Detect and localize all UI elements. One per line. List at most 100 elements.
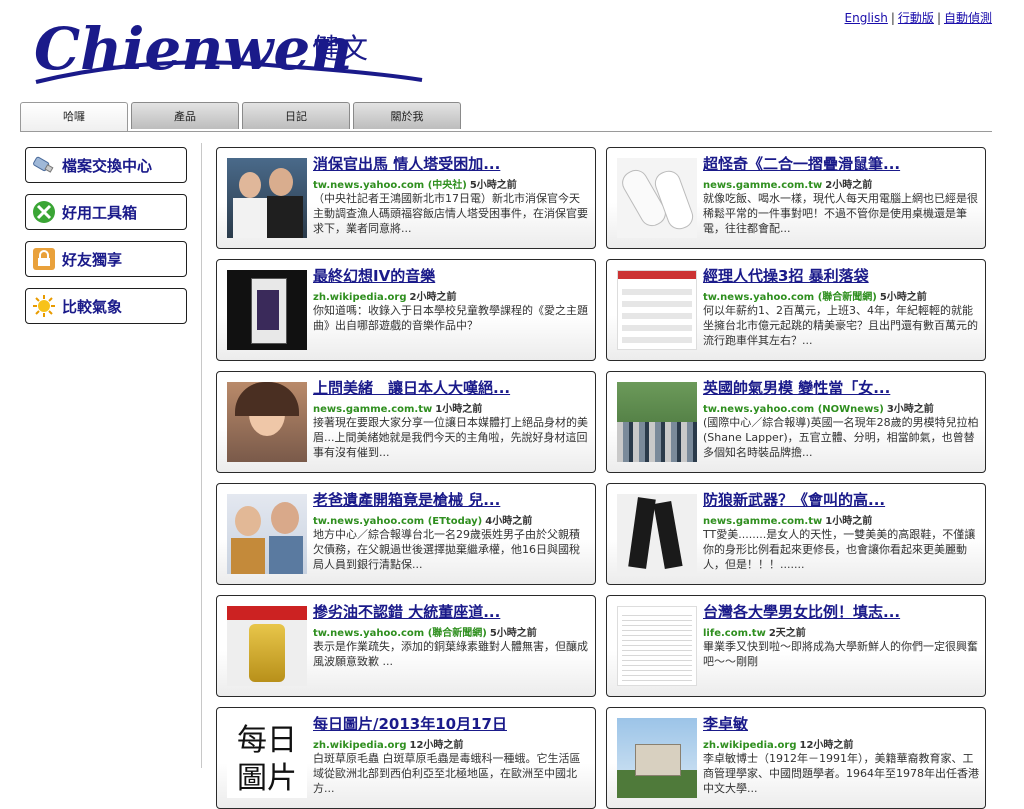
news-title-link[interactable]: 消保官出馬 情人塔受困加... <box>313 153 589 174</box>
news-thumbnail[interactable] <box>617 382 697 462</box>
news-thumbnail[interactable] <box>617 718 697 798</box>
news-card[interactable]: 消保官出馬 情人塔受困加... tw.news.yahoo.com (中央社) 5小… <box>216 147 596 249</box>
news-age: 1小時之前 <box>435 404 483 415</box>
sidebar-button-1[interactable]: 檔案交換中心 <box>25 147 187 183</box>
news-card[interactable]: 上問美緒 讓日本人大嘆絕... news.gamme.com.tw 1小時之前 接著現… <box>216 371 596 473</box>
news-age: 5小時之前 <box>469 180 517 191</box>
news-age: 2天之前 <box>768 628 806 639</box>
news-meta: zh.wikipedia.org 2小時之前 <box>313 288 456 303</box>
news-meta: news.gamme.com.tw 2小時之前 <box>703 176 872 191</box>
news-thumbnail[interactable] <box>227 606 307 686</box>
news-thumbnail[interactable] <box>227 382 307 462</box>
news-meta: zh.wikipedia.org 12小時之前 <box>703 736 853 751</box>
tools-icon <box>32 200 56 224</box>
news-snippet: 你知道嗎：收錄入于日本學校兒童教學課程的《愛之主題曲》出自哪部遊戲的音樂作品中？ <box>313 304 588 332</box>
news-age: 12小時之前 <box>799 740 854 751</box>
news-card[interactable]: 老爸遺產開箱竟是槍械 兒... tw.news.yahoo.com (ETtoda… <box>216 483 596 585</box>
language-links: English | 行動版 | 自動偵測 <box>845 9 992 26</box>
news-title-link[interactable]: 李卓敏 <box>703 713 979 734</box>
news-thumbnail[interactable] <box>617 606 697 686</box>
news-card[interactable]: 最終幻想IV的音樂 zh.wikipedia.org 2小時之前 你知道嗎：收錄入于日… <box>216 259 596 361</box>
news-meta: tw.news.yahoo.com (中央社) 5小時之前 <box>313 176 517 191</box>
news-source: tw.news.yahoo.com (ETtoday) <box>313 516 483 527</box>
news-card[interactable]: 台灣各大學男女比例！填志... life.com.tw 2天之前 畢業季又快到啦～即將… <box>606 595 986 697</box>
news-title-link[interactable]: 防狼新武器？《會叫的高... <box>703 489 979 510</box>
news-card[interactable]: 李卓敏 zh.wikipedia.org 12小時之前 李卓敏博士（1912年－199… <box>606 707 986 809</box>
sidebar-button-3[interactable]: 好友獨享 <box>25 241 187 277</box>
english-link[interactable]: English <box>845 11 888 25</box>
news-thumbnail[interactable]: 每日 圖片 <box>227 718 307 798</box>
news-title-link[interactable]: 摻劣油不認錯 大統董座道... <box>313 601 589 622</box>
news-age: 1小時之前 <box>825 516 873 527</box>
news-source: tw.news.yahoo.com (NOWnews) <box>703 404 884 415</box>
news-source: tw.news.yahoo.com (中央社) <box>313 180 467 191</box>
logo-graphic: Chienwen 健文 <box>34 15 423 84</box>
tab-4[interactable]: 關於我 <box>353 102 461 129</box>
logo-cjk: 健文 <box>312 32 368 65</box>
news-title-link[interactable]: 台灣各大學男女比例！填志... <box>703 601 979 622</box>
news-title-link[interactable]: 老爸遺產開箱竟是槍械 兒... <box>313 489 589 510</box>
auto-detect-link[interactable]: 自動偵測 <box>944 11 992 25</box>
news-card[interactable]: 防狼新武器？《會叫的高... news.gamme.com.tw 1小時之前 TT愛美… <box>606 483 986 585</box>
news-source: news.gamme.com.tw <box>703 516 823 527</box>
news-card[interactable]: 摻劣油不認錯 大統董座道... tw.news.yahoo.com (聯合新聞網)… <box>216 595 596 697</box>
news-snippet: 畢業季又快到啦～即將成為大學新鮮人的你們一定很興奮吧～～剛剛 <box>703 640 978 668</box>
news-thumbnail[interactable] <box>227 494 307 574</box>
news-snippet: 接著現在要跟大家分享一位讓日本媒體打上絕品身材的美眉...上間美緒她就是我們今天… <box>313 416 588 459</box>
news-title-link[interactable]: 經理人代操3招 暴利落袋 <box>703 265 979 286</box>
news-age: 12小時之前 <box>409 740 464 751</box>
news-age: 3小時之前 <box>886 404 934 415</box>
news-title-link[interactable]: 英國帥氣男模 變性當「女... <box>703 377 979 398</box>
news-source: life.com.tw <box>703 628 766 639</box>
news-title-link[interactable]: 每日圖片/2013年10月17日 <box>313 713 589 734</box>
sidebar-label: 比較氣象 <box>62 297 123 316</box>
news-snippet: 地方中心／綜合報導台北一名29歲張姓男子由於父親積欠債務，在父親過世後選擇拋棄繼… <box>313 528 580 571</box>
news-thumbnail[interactable] <box>227 270 307 350</box>
news-source: tw.news.yahoo.com (聯合新聞網) <box>313 628 487 639</box>
tab-3[interactable]: 日記 <box>242 102 350 129</box>
news-card[interactable]: 經理人代操3招 暴利落袋 tw.news.yahoo.com (聯合新聞網) 5小時… <box>606 259 986 361</box>
news-snippet: (國際中心／綜合報導)英國一名現年28歲的男模特兒拉柏(Shane Lapper… <box>703 416 979 459</box>
news-thumbnail[interactable] <box>617 494 697 574</box>
news-snippet: 白斑草原毛蟲 白斑草原毛蟲是毒蛾科一種蛾。它生活區域從歐洲北部到西伯利亞至北極地… <box>313 752 581 795</box>
tab-2[interactable]: 產品 <box>131 102 239 129</box>
news-title-link[interactable]: 最終幻想IV的音樂 <box>313 265 589 286</box>
news-meta: zh.wikipedia.org 12小時之前 <box>313 736 463 751</box>
tab-1[interactable]: 哈囉 <box>20 102 128 132</box>
news-thumbnail[interactable] <box>227 158 307 238</box>
news-age: 2小時之前 <box>409 292 457 303</box>
link-separator: | <box>936 11 941 25</box>
news-source: news.gamme.com.tw <box>313 404 433 415</box>
site-logo[interactable]: Chienwen 健文 <box>30 14 430 94</box>
news-card[interactable]: 英國帥氣男模 變性當「女... tw.news.yahoo.com (NOWnew… <box>606 371 986 473</box>
usb-drive-icon <box>32 153 56 177</box>
news-age: 4小時之前 <box>485 516 533 527</box>
sidebar-button-4[interactable]: 比較氣象 <box>25 288 187 324</box>
news-card[interactable]: 每日 圖片 每日圖片/2013年10月17日 zh.wikipedia.org 12小時… <box>216 707 596 809</box>
news-snippet: （中央社記者王鴻國新北市17日電）新北市消保官今天主動調查漁人碼頭福容飯店情人塔… <box>313 192 588 235</box>
news-thumbnail[interactable] <box>617 158 697 238</box>
link-separator: | <box>890 11 895 25</box>
news-source: tw.news.yahoo.com (聯合新聞網) <box>703 292 877 303</box>
news-snippet: 何以年薪約1、2百萬元，上班3、4年，年紀輕輕的就能坐擁台北市億元起跳的精美豪宅… <box>703 304 978 347</box>
sidebar-divider <box>201 143 202 768</box>
news-snippet: 表示是作業疏失，添加的銅葉綠素雖對人體無害，但釀成風波願意致歉 ... <box>313 640 588 668</box>
news-source: zh.wikipedia.org <box>313 292 407 303</box>
news-age: 5小時之前 <box>489 628 537 639</box>
news-source: news.gamme.com.tw <box>703 180 823 191</box>
news-thumbnail[interactable] <box>617 270 697 350</box>
news-meta: life.com.tw 2天之前 <box>703 624 806 639</box>
news-source: zh.wikipedia.org <box>313 740 407 751</box>
sidebar-label: 好用工具箱 <box>62 203 138 222</box>
sidebar: 檔案交換中心 好用工具箱好友獨享比較氣象 <box>25 147 187 335</box>
tab-underline <box>20 131 992 132</box>
sun-icon <box>32 294 56 318</box>
news-card[interactable]: 超怪奇《二合一摺疊滑鼠筆... news.gamme.com.tw 2小時之前 就像吃… <box>606 147 986 249</box>
news-source: zh.wikipedia.org <box>703 740 797 751</box>
news-title-link[interactable]: 超怪奇《二合一摺疊滑鼠筆... <box>703 153 979 174</box>
mobile-link[interactable]: 行動版 <box>898 11 934 25</box>
news-snippet: 就像吃飯、喝水一樣，現代人每天用電腦上網也已經是很稀鬆平常的一件事對吧！不過不管… <box>703 192 978 235</box>
sidebar-button-2[interactable]: 好用工具箱 <box>25 194 187 230</box>
news-title-link[interactable]: 上問美緒 讓日本人大嘆絕... <box>313 377 589 398</box>
sidebar-label: 檔案交換中心 <box>62 156 153 175</box>
